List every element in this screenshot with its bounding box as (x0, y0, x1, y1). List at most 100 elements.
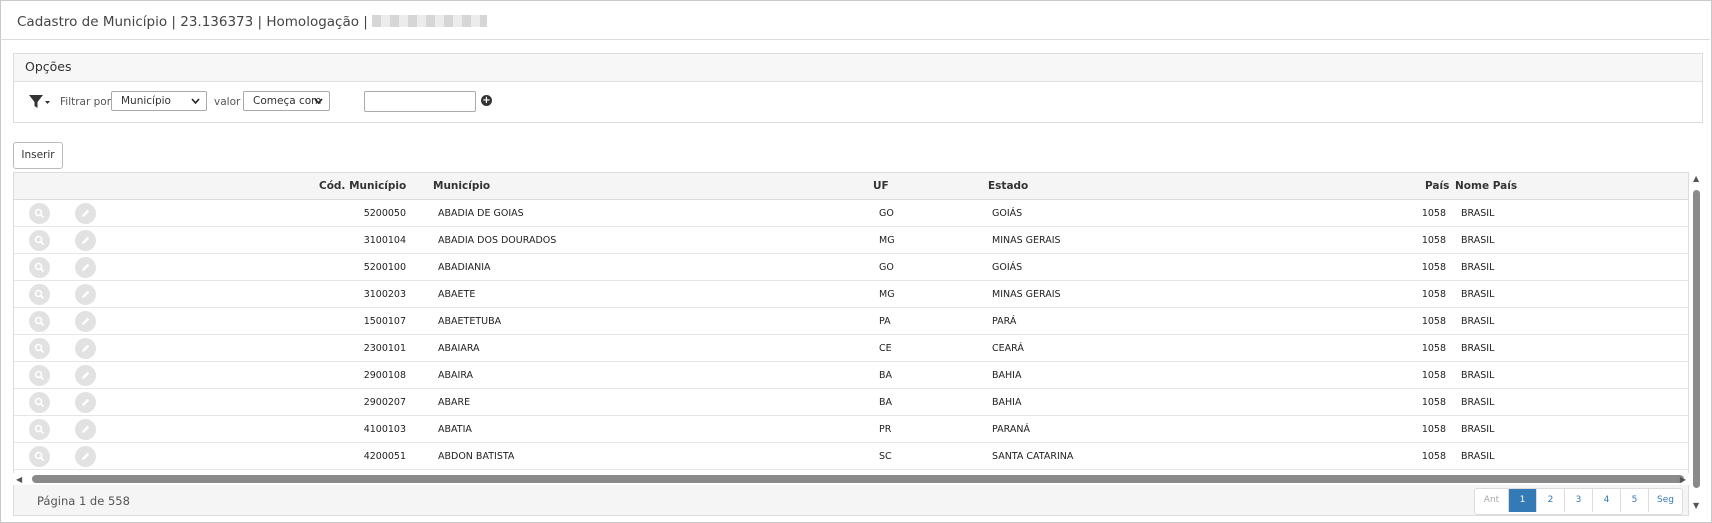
pagination-page[interactable]: 1 (1508, 489, 1536, 512)
pagination-prev[interactable]: Ant (1475, 489, 1508, 512)
view-button[interactable] (29, 284, 50, 305)
header-code[interactable]: Cód. Município (319, 180, 406, 192)
table-row[interactable]: 3100203 ABAETE MG MINAS GERAIS 1058 BRASIL (14, 281, 1688, 308)
edit-button[interactable] (75, 365, 96, 386)
vertical-scrollbar[interactable]: ▲ ▼ (1690, 172, 1704, 512)
cell-municipio: ABAIARA (438, 343, 480, 354)
cell-code: 2900207 (363, 397, 406, 408)
filter-value-input[interactable] (364, 91, 476, 112)
filter-field-value: Município (121, 95, 171, 107)
cell-nome-pais: BRASIL (1461, 397, 1495, 408)
view-button[interactable] (29, 446, 50, 467)
cell-estado: BAHIA (992, 370, 1022, 381)
cell-nome-pais: BRASIL (1461, 316, 1495, 327)
edit-button[interactable] (75, 419, 96, 440)
cell-municipio: ABAETE (438, 289, 476, 300)
options-header: Opções (14, 54, 1702, 82)
edit-button[interactable] (75, 392, 96, 413)
cell-nome-pais: BRASIL (1461, 208, 1495, 219)
view-button[interactable] (29, 311, 50, 332)
edit-button[interactable] (75, 257, 96, 278)
table-row[interactable]: 4100103 ABATIA PR PARANÁ 1058 BRASIL (14, 416, 1688, 443)
scroll-up-icon[interactable]: ▲ (1693, 174, 1699, 183)
pagination-page[interactable]: 4 (1592, 489, 1620, 512)
municipality-table: Cód. Município Município UF Estado País … (13, 172, 1689, 473)
view-button[interactable] (29, 203, 50, 224)
table-row[interactable]: 3100104 ABADIA DOS DOURADOS MG MINAS GERAIS… (14, 227, 1688, 254)
cell-municipio: ABATIA (438, 424, 472, 435)
cell-nome-pais: BRASIL (1461, 451, 1495, 462)
cell-pais: 1058 (1421, 451, 1446, 462)
insert-button[interactable]: Inserir (13, 142, 63, 169)
funnel-icon[interactable] (28, 93, 50, 111)
table-footer: Página 1 de 558 Ant 1 2 3 4 5 Seg (13, 485, 1689, 516)
table-row[interactable]: 4200051 ABDON BATISTA SC SANTA CATARINA 1058… (14, 443, 1688, 470)
filter-field-select[interactable]: Município (111, 91, 207, 111)
edit-button[interactable] (75, 230, 96, 251)
cell-code: 2300101 (363, 343, 406, 354)
cell-code: 3100104 (363, 235, 406, 246)
cell-municipio: ABADIA DE GOIAS (438, 208, 524, 219)
options-title: Opções (25, 59, 72, 74)
table-row[interactable]: 5200100 ABADIANIA GO GOIÁS 1058 BRASIL (14, 254, 1688, 281)
cell-uf: BA (879, 397, 893, 408)
operator-select[interactable]: Começa com (243, 91, 330, 111)
cell-code: 5200100 (363, 262, 406, 273)
table-row[interactable]: 2900207 ABARE BA BAHIA 1058 BRASIL (14, 389, 1688, 416)
scroll-down-icon[interactable]: ▼ (1693, 501, 1699, 510)
edit-button[interactable] (75, 446, 96, 467)
edit-button[interactable] (75, 203, 96, 224)
cell-uf: PA (879, 316, 891, 327)
pagination-page[interactable]: 2 (1536, 489, 1564, 512)
table-row[interactable]: 2900108 ABAIRA BA BAHIA 1058 BRASIL (14, 362, 1688, 389)
cell-nome-pais: BRASIL (1461, 262, 1495, 273)
cell-uf: PR (879, 424, 892, 435)
cell-pais: 1058 (1421, 316, 1446, 327)
cell-code: 4200051 (363, 451, 406, 462)
pagination: Ant 1 2 3 4 5 Seg (1474, 488, 1683, 515)
options-panel: Opções Filtrar por Município valor Começ… (13, 53, 1703, 123)
plus-circle-icon[interactable]: + (481, 95, 492, 106)
operator-value: Começa com (253, 95, 322, 107)
cell-code: 1500107 (363, 316, 406, 327)
view-button[interactable] (29, 338, 50, 359)
cell-estado: GOIÁS (992, 208, 1023, 219)
scroll-right-icon[interactable]: ▶ (1680, 475, 1686, 484)
page-info: Página 1 de 558 (37, 494, 130, 508)
vertical-scroll-thumb[interactable] (1693, 190, 1700, 488)
cell-code: 5200050 (363, 208, 406, 219)
cell-nome-pais: BRASIL (1461, 424, 1495, 435)
scroll-left-icon[interactable]: ◀ (16, 475, 22, 484)
view-button[interactable] (29, 419, 50, 440)
edit-button[interactable] (75, 338, 96, 359)
table-row[interactable]: 5200050 ABADIA DE GOIAS GO GOIÁS 1058 BRASIL (14, 200, 1688, 227)
cell-estado: MINAS GERAIS (992, 235, 1061, 246)
header-uf[interactable]: UF (873, 180, 889, 192)
cell-municipio: ABAETETUBA (438, 316, 502, 327)
view-button[interactable] (29, 365, 50, 386)
view-button[interactable] (29, 392, 50, 413)
header-estado[interactable]: Estado (988, 180, 1028, 192)
horizontal-scroll-thumb[interactable] (32, 475, 1684, 483)
page-title: Cadastro de Município | 23.136373 | Homo… (17, 14, 487, 30)
horizontal-scrollbar[interactable]: ◀ ▶ (13, 473, 1689, 485)
table-row[interactable]: 2300101 ABAIARA CE CEARÁ 1058 BRASIL (14, 335, 1688, 362)
header-nome-pais[interactable]: Nome País (1455, 180, 1517, 192)
header-municipio[interactable]: Município (433, 180, 490, 192)
cell-uf: MG (879, 235, 895, 246)
cell-code: 3100203 (363, 289, 406, 300)
cell-uf: CE (879, 343, 892, 354)
view-button[interactable] (29, 257, 50, 278)
pagination-next[interactable]: Seg (1648, 489, 1682, 512)
header-pais[interactable]: País (1425, 180, 1449, 192)
edit-button[interactable] (75, 284, 96, 305)
title-bar: Cadastro de Município | 23.136373 | Homo… (0, 0, 1710, 40)
view-button[interactable] (29, 230, 50, 251)
edit-button[interactable] (75, 311, 96, 332)
cell-municipio: ABDON BATISTA (438, 451, 515, 462)
table-row[interactable]: 1500107 ABAETETUBA PA PARÁ 1058 BRASIL (14, 308, 1688, 335)
cell-estado: CEARÁ (992, 343, 1024, 354)
pagination-page[interactable]: 3 (1564, 489, 1592, 512)
pagination-page[interactable]: 5 (1620, 489, 1648, 512)
value-label: valor (214, 96, 241, 108)
